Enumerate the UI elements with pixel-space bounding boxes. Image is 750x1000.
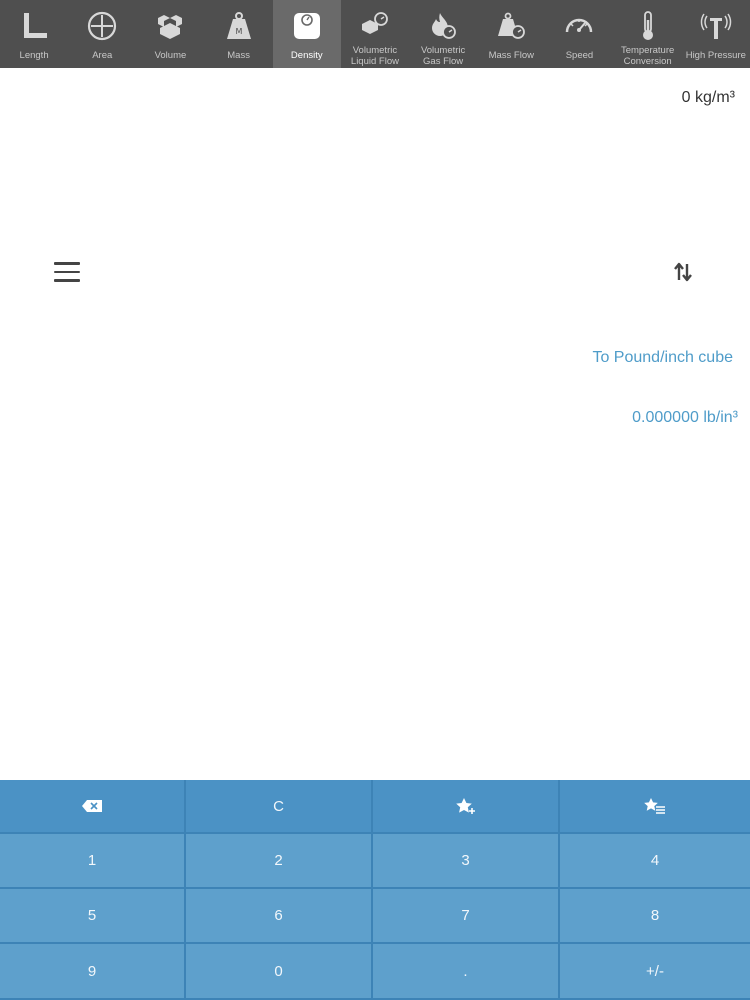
tab-label: Length: [19, 50, 49, 61]
key-1[interactable]: 1: [0, 834, 186, 889]
tab-label: Speed: [565, 50, 594, 61]
tab-volumetric-gas-flow[interactable]: Volumetric Gas Flow: [409, 0, 477, 68]
tab-mass[interactable]: M Mass: [205, 0, 273, 68]
tab-label: High Pressure: [685, 50, 746, 61]
weight-icon: M: [222, 9, 256, 43]
scale-icon: [290, 9, 324, 43]
tab-label: Mass Flow: [488, 50, 534, 61]
backspace-button[interactable]: [0, 780, 186, 834]
clear-button[interactable]: C: [186, 780, 373, 834]
key-5[interactable]: 5: [0, 889, 186, 944]
swap-arrows-icon: [674, 262, 692, 282]
tab-volume[interactable]: Volume: [136, 0, 204, 68]
keypad: C 1 2 3 4 5 6 7 8 9 0 . +/-: [0, 780, 750, 1000]
key-4[interactable]: 4: [560, 834, 750, 889]
boxes-icon: [153, 9, 187, 43]
tab-density[interactable]: Density: [272, 0, 341, 68]
pressure-tower-icon: [699, 9, 733, 43]
mass-flow-icon: [494, 9, 528, 43]
tab-label: Temperature Conversion: [620, 45, 675, 67]
hamburger-icon: [54, 270, 80, 273]
tab-label: Volumetric Liquid Flow: [350, 45, 399, 67]
area-circle-icon: [85, 9, 119, 43]
tab-label: Volumetric Gas Flow: [420, 45, 466, 67]
star-list-icon: [644, 798, 665, 814]
hamburger-icon: [54, 262, 80, 265]
key-0[interactable]: 0: [186, 944, 373, 1000]
key-sign[interactable]: +/-: [560, 944, 750, 1000]
tab-label: Density: [290, 50, 323, 61]
thermometer-icon: [631, 9, 665, 43]
tab-area[interactable]: Area: [68, 0, 136, 68]
hamburger-icon: [54, 279, 80, 282]
favorites-list-button[interactable]: [560, 780, 750, 834]
tab-speed[interactable]: Speed: [545, 0, 613, 68]
key-decimal[interactable]: .: [373, 944, 560, 1000]
svg-text:M: M: [235, 27, 242, 36]
gas-flow-icon: [426, 9, 460, 43]
key-6[interactable]: 6: [186, 889, 373, 944]
key-9[interactable]: 9: [0, 944, 186, 1000]
tab-high-pressure[interactable]: High Pressure: [682, 0, 750, 68]
speedometer-icon: [562, 9, 596, 43]
star-plus-icon: [455, 798, 475, 814]
category-toolbar: Length Area Volume M Mass Density Volume…: [0, 0, 750, 68]
target-unit-selector[interactable]: To Pound/inch cube: [592, 349, 733, 367]
tab-length[interactable]: Length: [0, 0, 68, 68]
add-favorite-button[interactable]: [373, 780, 560, 834]
result-value-display: 0.000000 lb/in³: [632, 409, 738, 426]
liquid-flow-icon: [358, 9, 392, 43]
key-3[interactable]: 3: [373, 834, 560, 889]
key-8[interactable]: 8: [560, 889, 750, 944]
tab-label: Area: [92, 50, 113, 61]
tab-temperature-conversion[interactable]: Temperature Conversion: [614, 0, 682, 68]
tab-mass-flow[interactable]: Mass Flow: [477, 0, 545, 68]
swap-units-button[interactable]: [671, 260, 695, 284]
key-2[interactable]: 2: [186, 834, 373, 889]
input-value-display: 0 kg/m³: [681, 89, 735, 106]
ruler-square-icon: [17, 9, 51, 43]
backspace-icon: [82, 800, 102, 812]
tab-volumetric-liquid-flow[interactable]: Volumetric Liquid Flow: [341, 0, 409, 68]
tab-label: Mass: [227, 50, 250, 61]
menu-button[interactable]: [54, 262, 80, 282]
key-7[interactable]: 7: [373, 889, 560, 944]
tab-label: Volume: [154, 50, 187, 61]
